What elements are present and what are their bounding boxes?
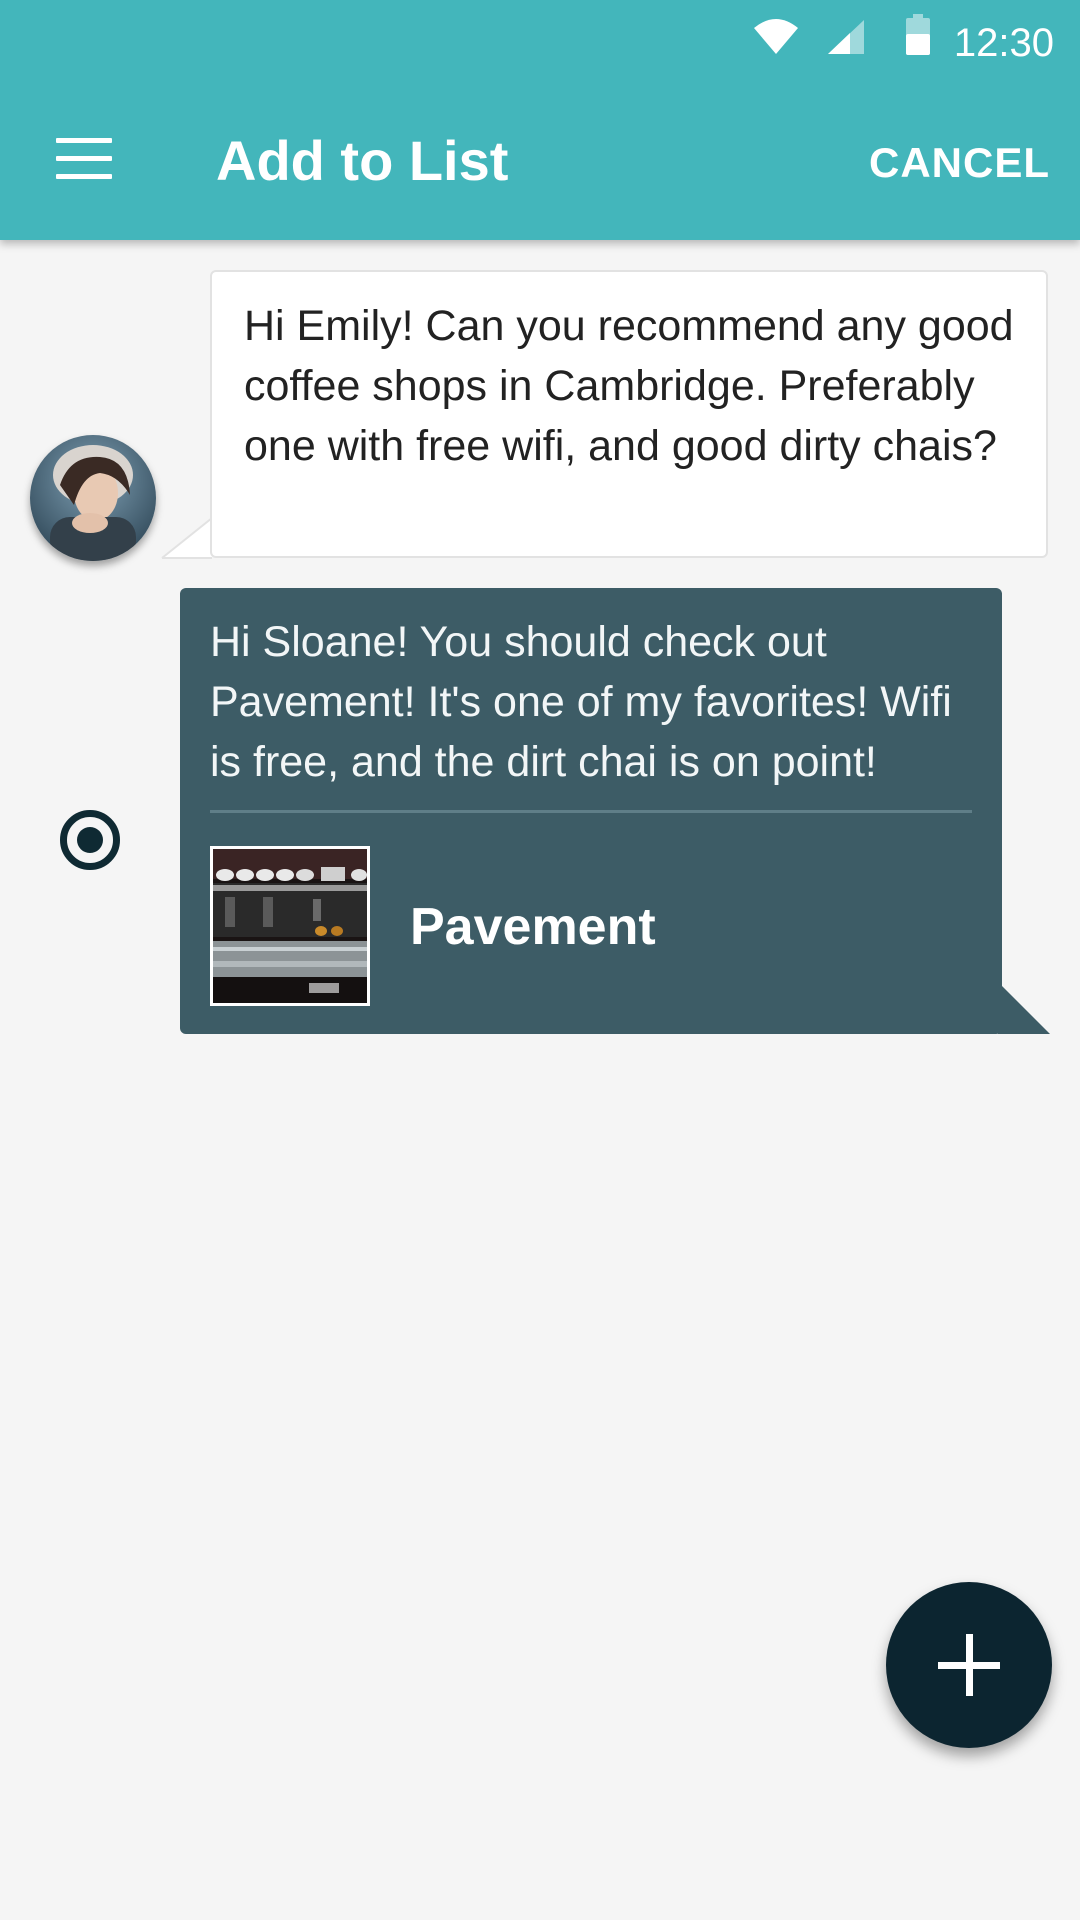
add-button[interactable] [886,1582,1052,1748]
outgoing-message-bubble[interactable]: Hi Sloane! You should check out Pavement… [180,588,1002,1034]
incoming-message-text: Hi Emily! Can you recommend any good cof… [244,302,1014,470]
wifi-icon [754,19,798,54]
status-time: 12:30 [953,21,1054,65]
message-select-radio[interactable] [60,810,120,870]
battery-icon [906,14,930,55]
cancel-button[interactable]: CANCEL [869,138,1050,188]
plus-icon [938,1634,1000,1696]
incoming-bubble-tail [161,517,213,559]
radio-selected-dot [77,827,103,853]
outgoing-bubble-tail [998,986,1050,1034]
avatar-photo [30,435,156,561]
espresso-machine-image [213,849,367,1003]
outgoing-message-text: Hi Sloane! You should check out Pavement… [210,618,952,786]
hamburger-menu-icon[interactable] [56,138,112,180]
incoming-message-bubble: Hi Emily! Can you recommend any good cof… [210,270,1048,558]
place-thumbnail[interactable] [210,846,370,1006]
avatar[interactable] [30,435,156,561]
app-bar: 12:30 Add to List CANCEL [0,0,1080,240]
cell-signal-icon [828,20,864,54]
divider [210,810,972,813]
page-title: Add to List [216,129,509,192]
place-name[interactable]: Pavement [410,896,656,958]
